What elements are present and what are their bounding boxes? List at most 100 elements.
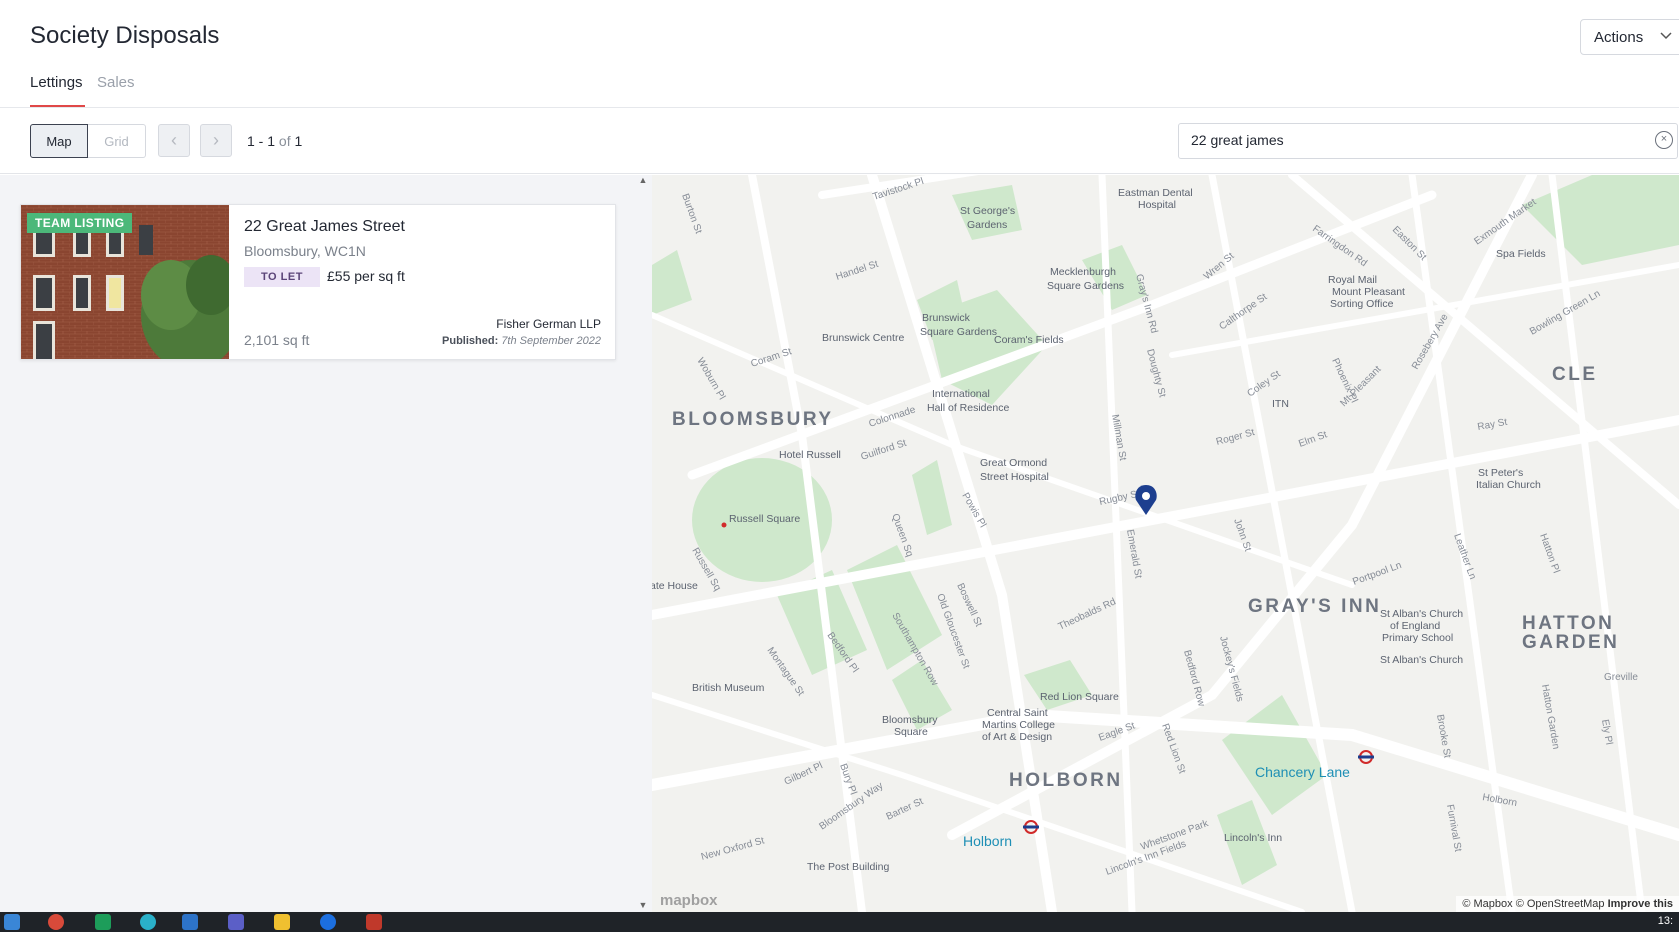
map-label-poi: Mount Pleasant: [1332, 286, 1405, 298]
edge-icon[interactable]: [140, 914, 156, 930]
actions-dropdown[interactable]: Actions: [1580, 19, 1679, 55]
page-title: Society Disposals: [30, 22, 220, 49]
outlook-icon[interactable]: [182, 914, 198, 930]
map-point: [721, 522, 727, 528]
map-label-poi: Sorting Office: [1330, 298, 1394, 310]
listing-photo: TEAM LISTING: [21, 205, 229, 359]
chrome-icon[interactable]: [48, 914, 64, 930]
map-label-poi: Street Hospital: [980, 471, 1049, 483]
map-label-poi: St Alban's Church: [1380, 608, 1463, 620]
page-of-label: of: [278, 133, 291, 149]
tab-lettings[interactable]: Lettings: [30, 74, 83, 91]
map-label-poi: Italian Church: [1476, 479, 1541, 491]
listing-location: Bloomsbury, WC1N: [244, 243, 366, 259]
map-label-area: GRAY'S INN: [1248, 596, 1381, 617]
map-label-area: HOLBORN: [1009, 770, 1123, 791]
map-label-street: Greville: [1604, 672, 1638, 683]
map-label-poi: Brunswick Centre: [822, 332, 904, 344]
browser-icon[interactable]: [320, 914, 336, 930]
map-label-poi: St Peter's: [1478, 467, 1523, 479]
map-canvas[interactable]: BLOOMSBURY HOLBORN GRAY'S INN HATTONGARDEN C…: [652, 175, 1679, 912]
map-label-poi: of Art & Design: [982, 731, 1052, 743]
listing-published: Published: 7th September 2022: [442, 335, 601, 347]
map-label-poi: Red Lion Square: [1040, 691, 1119, 703]
published-date: 7th September 2022: [501, 335, 601, 347]
listing-agent: Fisher German LLP: [496, 317, 601, 331]
view-toggle: Map Grid: [30, 124, 146, 158]
page-header: Society Disposals Actions Lettings Sales: [0, 0, 1679, 108]
listing-size: 2,101 sq ft: [244, 332, 310, 348]
map-label-poi: ITN: [1272, 398, 1289, 410]
map-label-poi: British Museum: [692, 682, 765, 694]
map-label-poi: Square: [894, 726, 928, 738]
map-label-poi: Spa Fields: [1496, 248, 1546, 260]
map-label-poi: Coram's Fields: [994, 334, 1064, 346]
attribution-text[interactable]: © Mapbox © OpenStreetMap: [1462, 898, 1604, 910]
map-view[interactable]: BLOOMSBURY HOLBORN GRAY'S INN HATTON GARDEN C…: [652, 175, 1679, 912]
map-label-poi: Bloomsbury: [882, 714, 938, 726]
teams-icon[interactable]: [228, 914, 244, 930]
tab-sales[interactable]: Sales: [97, 74, 135, 91]
excel-icon[interactable]: [95, 914, 111, 930]
search-box: ×: [1178, 123, 1678, 159]
improve-map-link[interactable]: Improve this: [1608, 898, 1673, 910]
map-label-poi: Central Saint: [987, 707, 1048, 719]
map-label-poi: Russell Square: [729, 513, 800, 525]
next-page-button[interactable]: ›: [200, 124, 232, 157]
toolbar: Map Grid ‹ › 1 - 1 of 1 ×: [0, 108, 1679, 174]
clock: 13:: [1657, 915, 1673, 927]
map-label-poi: Gardens: [967, 219, 1007, 231]
map-label-poi: St Alban's Church: [1380, 654, 1463, 666]
published-label: Published:: [442, 335, 499, 347]
folder-icon[interactable]: [274, 914, 290, 930]
start-icon[interactable]: [4, 914, 20, 930]
chevron-left-icon: ‹: [171, 130, 177, 150]
clear-search-icon[interactable]: ×: [1655, 131, 1673, 149]
scroll-up-arrow[interactable]: ▲: [636, 175, 650, 189]
map-label-poi: International: [932, 388, 990, 400]
map-label-area: CLE: [1552, 364, 1598, 385]
map-label-area: HATTON: [1522, 613, 1614, 634]
prev-page-button[interactable]: ‹: [158, 124, 190, 157]
grid-view-button[interactable]: Grid: [88, 124, 146, 158]
map-label-poi: The Post Building: [807, 861, 889, 873]
os-taskbar: 13:: [0, 912, 1679, 932]
pagination-info: 1 - 1 of 1: [247, 133, 302, 149]
listing-card[interactable]: TEAM LISTING 22 Great James Street Bloom…: [20, 204, 616, 360]
listing-price: £55 per sq ft: [327, 268, 405, 284]
team-listing-badge: TEAM LISTING: [27, 213, 133, 233]
map-label-poi: Martins College: [982, 719, 1055, 731]
app-icon[interactable]: [366, 914, 382, 930]
map-label-area: BLOOMSBURY: [672, 409, 834, 430]
map-attribution: © Mapbox © OpenStreetMap Improve this: [1456, 896, 1679, 912]
search-input[interactable]: [1191, 132, 1631, 148]
chevron-right-icon: ›: [213, 130, 219, 150]
map-label-poi: Great Ormond: [980, 457, 1047, 469]
map-label-poi: Brunswick: [922, 312, 971, 324]
map-label-poi: Primary School: [1382, 632, 1453, 644]
map-label-poi: Lincoln's Inn: [1224, 832, 1282, 844]
map-label-poi: Eastman Dental: [1118, 187, 1193, 199]
map-label-poi: Square Gardens: [920, 326, 997, 338]
map-label-poi: ate House: [652, 580, 698, 592]
map-label-station: Holborn: [963, 833, 1012, 849]
map-label-poi: Royal Mail: [1328, 274, 1377, 286]
active-tab-indicator: [30, 105, 85, 107]
map-label-poi: Hall of Residence: [927, 402, 1009, 414]
map-label-area: GARDEN: [1522, 632, 1619, 653]
page-range: 1 - 1: [247, 133, 276, 149]
map-label-poi: St George's: [960, 205, 1015, 217]
map-view-button[interactable]: Map: [30, 124, 88, 158]
map-label-station: Chancery Lane: [1255, 764, 1350, 780]
map-label-poi: of England: [1390, 620, 1440, 632]
chevron-down-icon: [1659, 28, 1673, 45]
mapbox-logo[interactable]: mapbox: [660, 892, 718, 909]
listing-title[interactable]: 22 Great James Street: [244, 218, 405, 236]
map-label-poi: Square Gardens: [1047, 280, 1124, 292]
page-total: 1: [294, 133, 303, 149]
status-badge: TO LET: [244, 267, 320, 287]
map-label-poi: Mecklenburgh: [1050, 266, 1116, 278]
map-label-poi: Hotel Russell: [779, 449, 841, 461]
map-label-poi: Hospital: [1138, 199, 1176, 211]
actions-label: Actions: [1594, 29, 1644, 46]
